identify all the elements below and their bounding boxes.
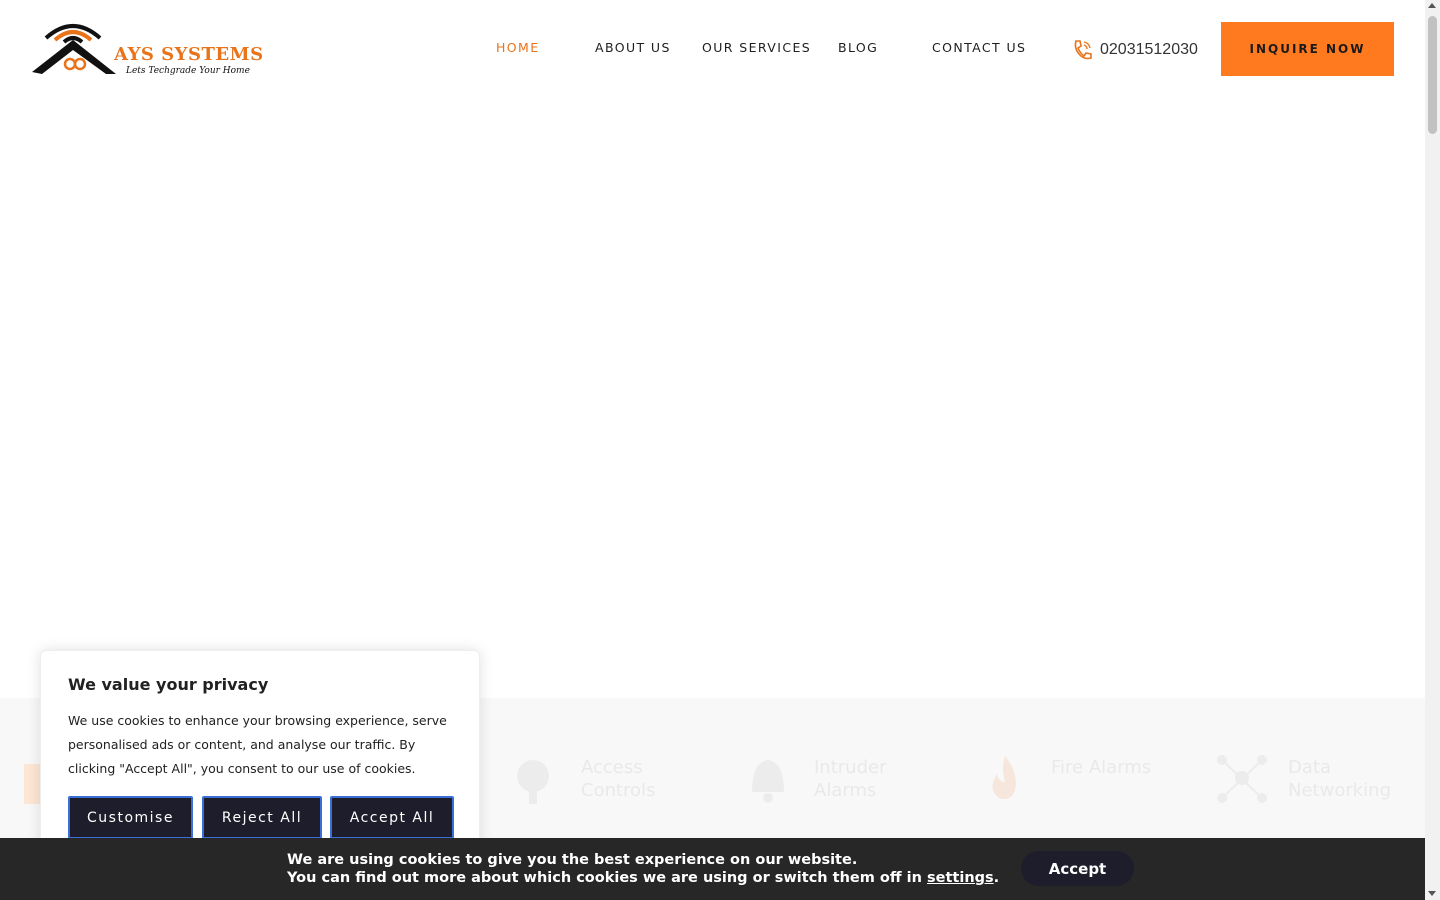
- alarm-bell-icon: [752, 760, 784, 803]
- cookie-notice-line1: We are using cookies to give you the bes…: [287, 852, 858, 868]
- service-data-networking[interactable]: Data Networking: [1212, 748, 1398, 808]
- service-fire-alarms[interactable]: Fire Alarms: [975, 748, 1161, 808]
- service-label: Fire Alarms: [1051, 757, 1152, 778]
- nav-about-us[interactable]: ABOUT US: [595, 40, 671, 58]
- inquire-now-button[interactable]: INQUIRE NOW: [1221, 22, 1394, 76]
- service-intruder-alarms[interactable]: Intruder Alarms: [738, 748, 924, 808]
- cookie-notice-text: We are using cookies to give you the bes…: [287, 851, 999, 887]
- fire-icon: [992, 756, 1016, 799]
- accept-all-button[interactable]: Accept All: [330, 796, 454, 839]
- nav-blog[interactable]: BLOG: [838, 40, 878, 58]
- service-label: Data Networking: [1288, 757, 1391, 801]
- cookie-settings-link[interactable]: settings: [927, 870, 994, 886]
- phone-icon: [1074, 40, 1092, 60]
- cookie-accept-button[interactable]: Accept: [1021, 851, 1134, 886]
- scroll-down-arrow-icon[interactable]: [1428, 891, 1436, 896]
- service-label: Intruder Alarms: [814, 757, 887, 801]
- network-icon: [1217, 755, 1267, 803]
- nav-contact-us[interactable]: CONTACT US: [932, 40, 1026, 58]
- phone-number: 02031512030: [1100, 41, 1198, 58]
- cookie-notice-line2: You can find out more about which cookie…: [287, 869, 999, 887]
- phone-link[interactable]: 02031512030: [1072, 38, 1198, 62]
- logo-title: AYS SYSTEMS: [114, 44, 264, 65]
- consent-text: We use cookies to enhance your browsing …: [68, 713, 447, 776]
- scrollbar-thumb[interactable]: [1428, 16, 1437, 134]
- site-logo[interactable]: AYS SYSTEMS Lets Techgrade Your Home: [28, 16, 263, 82]
- nav-home[interactable]: HOME: [496, 40, 540, 58]
- nav-our-services[interactable]: OUR SERVICES: [702, 40, 811, 58]
- cookie-notice-bar: We are using cookies to give you the bes…: [0, 838, 1425, 900]
- service-access-controls[interactable]: Access Controls: [505, 748, 691, 808]
- logo-house-wifi-icon: [32, 24, 116, 74]
- access-control-icon: [517, 760, 549, 804]
- cookie-notice-line2-text: You can find out more about which cookie…: [287, 870, 928, 886]
- cookie-notice-line2-suffix: .: [993, 870, 1000, 886]
- site-header: AYS SYSTEMS Lets Techgrade Your Home HOM…: [0, 0, 1425, 100]
- cookie-consent-dialog: We value your privacy We use cookies to …: [40, 650, 480, 860]
- consent-title: We value your privacy: [68, 675, 269, 694]
- scroll-up-arrow-icon[interactable]: [1428, 3, 1436, 8]
- page-scrollbar[interactable]: [1425, 0, 1440, 900]
- reject-all-button[interactable]: Reject All: [202, 796, 322, 839]
- service-label: Access Controls: [581, 757, 656, 801]
- logo-tagline: Lets Techgrade Your Home: [126, 66, 250, 76]
- customise-button[interactable]: Customise: [68, 796, 193, 839]
